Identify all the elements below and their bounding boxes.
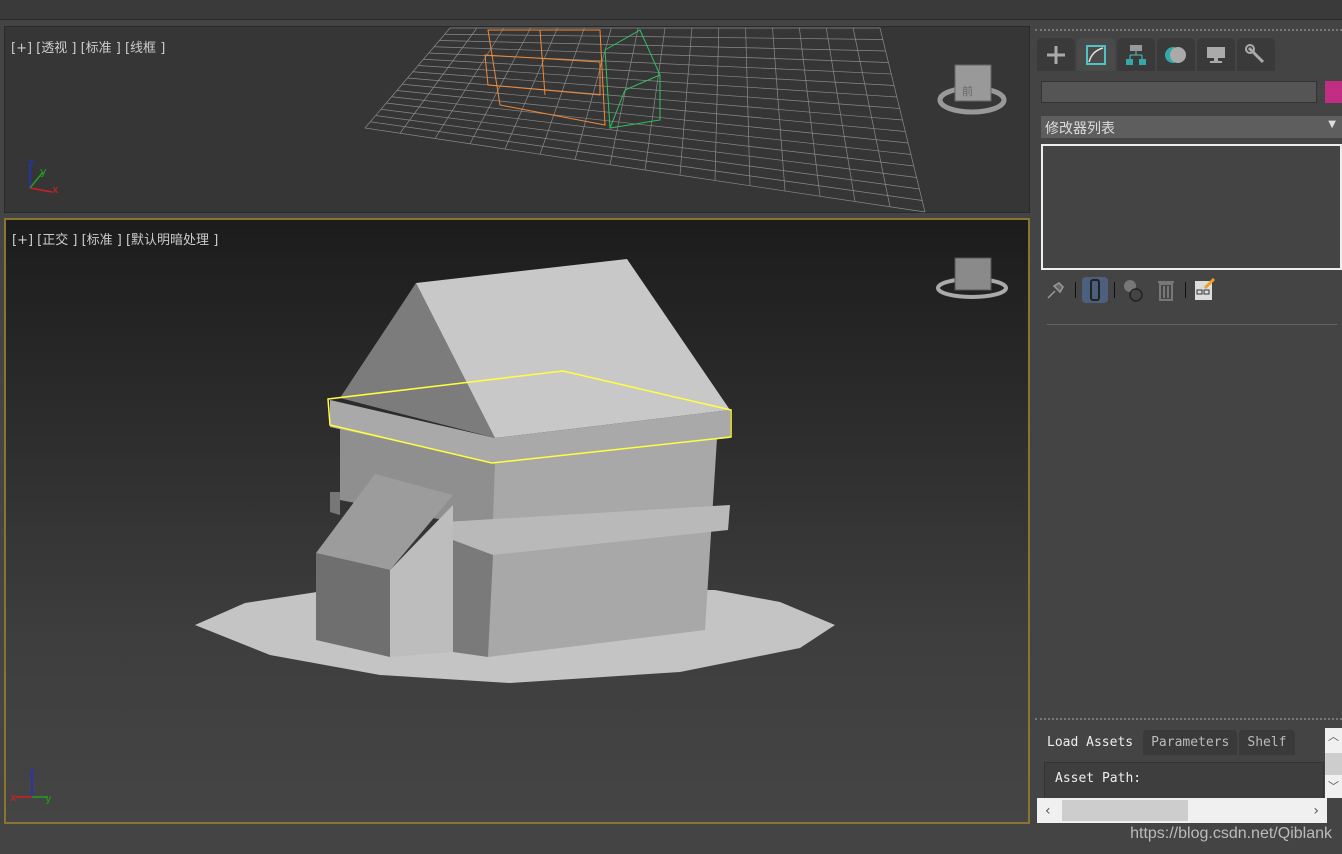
- object-name-input[interactable]: [1041, 81, 1317, 103]
- show-end-result-button[interactable]: [1082, 277, 1108, 303]
- rollout-divider: [1047, 324, 1337, 325]
- modify-icon: [1086, 44, 1106, 65]
- configure-sets-button[interactable]: [1192, 277, 1218, 303]
- hierarchy-icon: [1126, 44, 1146, 65]
- tab-motion[interactable]: [1157, 38, 1195, 71]
- watermark: https://blog.csdn.net/Qiblank: [1130, 825, 1332, 842]
- tab-load-assets[interactable]: Load Assets: [1039, 730, 1142, 755]
- plus-icon: [1047, 45, 1065, 64]
- pin-icon: [1047, 282, 1064, 299]
- command-panel-tabs: [1037, 38, 1275, 71]
- tab-create[interactable]: [1037, 38, 1075, 71]
- tab-utilities[interactable]: [1237, 38, 1275, 71]
- chevron-left-icon[interactable]: ‹: [1045, 803, 1051, 819]
- remove-modifier-button[interactable]: [1153, 277, 1179, 303]
- viewport-orthographic[interactable]: [+] [正交 ] [标准 ] [默认明暗处理 ]: [4, 218, 1030, 824]
- top-toolbar: [0, 0, 1342, 20]
- viewport-label[interactable]: [+] [透视 ] [标准 ] [线框 ]: [11, 37, 165, 56]
- viewport-perspective[interactable]: [+] [透视 ] [标准 ] [线框 ]: [4, 26, 1030, 213]
- show-end-result-icon: [1090, 279, 1100, 301]
- motion-icon: [1165, 46, 1186, 63]
- scrollbar-thumb[interactable]: [1062, 800, 1188, 821]
- make-unique-button[interactable]: [1121, 277, 1147, 303]
- tab-shelf[interactable]: Shelf: [1239, 730, 1295, 755]
- viewport-label[interactable]: [+] [正交 ] [标准 ] [默认明暗处理 ]: [12, 229, 218, 248]
- modifier-stack[interactable]: [1041, 144, 1342, 270]
- modifier-list-label: 修改器列表: [1045, 121, 1115, 137]
- tab-display[interactable]: [1197, 38, 1235, 71]
- asset-panel-tabs: Load Assets Parameters Shelf: [1039, 730, 1295, 755]
- horizontal-scrollbar[interactable]: ‹ ›: [1037, 798, 1327, 823]
- object-color-swatch[interactable]: [1325, 81, 1342, 103]
- scrollbar-thumb[interactable]: [1325, 753, 1342, 775]
- vertical-scrollbar[interactable]: ︿ ﹀: [1325, 728, 1342, 798]
- modifier-list-dropdown[interactable]: 修改器列表 ▼: [1041, 116, 1342, 138]
- stack-toolbar: [1043, 277, 1218, 303]
- tab-hierarchy[interactable]: [1117, 38, 1155, 71]
- configure-sets-icon: [1195, 278, 1216, 300]
- asset-path-group: Asset Path:: [1044, 762, 1324, 802]
- chevron-up-icon[interactable]: ︿: [1325, 728, 1342, 744]
- panel-drag-handle[interactable]: [1035, 718, 1342, 720]
- wrench-icon: [1245, 43, 1265, 63]
- panel-drag-handle[interactable]: [1035, 29, 1342, 31]
- tab-parameters[interactable]: Parameters: [1143, 730, 1238, 755]
- asset-path-label: Asset Path:: [1055, 771, 1142, 786]
- make-unique-icon: [1124, 280, 1143, 302]
- chevron-down-icon: ▼: [1328, 119, 1336, 130]
- chevron-right-icon[interactable]: ›: [1313, 803, 1319, 819]
- display-icon: [1207, 46, 1225, 63]
- trash-icon: [1158, 281, 1174, 301]
- divider: [1185, 282, 1186, 298]
- pin-stack-button[interactable]: [1043, 277, 1069, 303]
- divider: [1075, 282, 1076, 298]
- chevron-down-icon[interactable]: ﹀: [1325, 778, 1342, 794]
- tab-modify[interactable]: [1077, 38, 1115, 71]
- divider: [1114, 282, 1115, 298]
